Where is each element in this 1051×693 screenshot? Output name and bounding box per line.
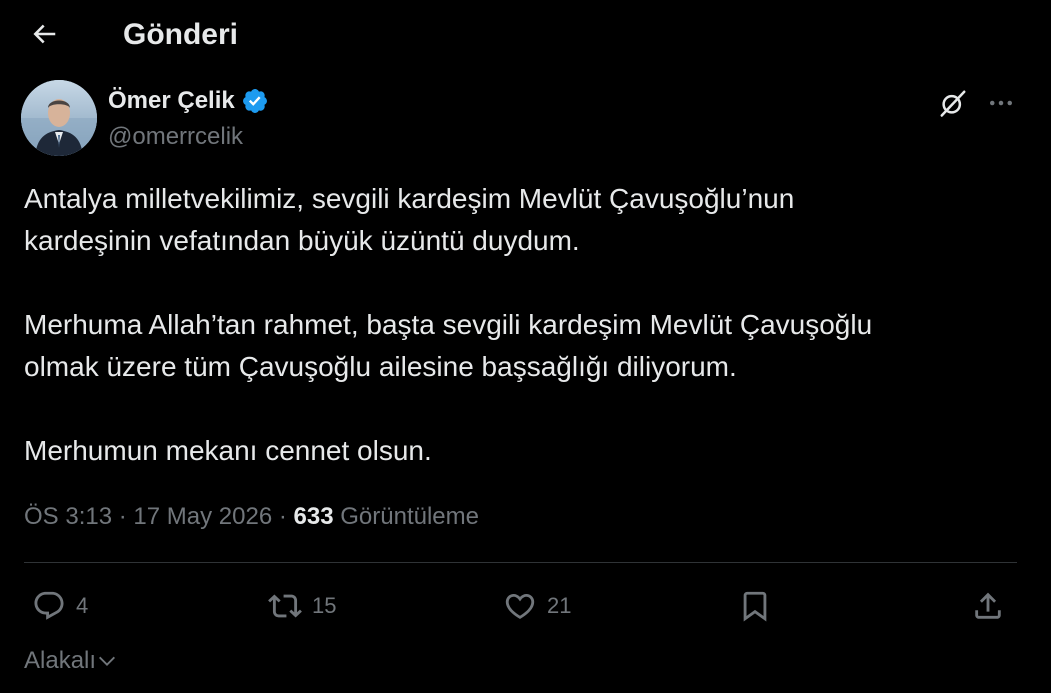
chevron-down-icon xyxy=(99,656,116,666)
meta-separator: · xyxy=(278,503,287,530)
like-count: 21 xyxy=(547,593,572,618)
retweet-count: 15 xyxy=(312,593,337,618)
tweet-text: Antalya milletvekilimiz, sevgili kardeşi… xyxy=(24,178,1014,514)
back-button[interactable] xyxy=(24,14,64,54)
page-title: Gönderi xyxy=(123,18,239,51)
more-options-button[interactable] xyxy=(980,84,1022,122)
verified-badge-icon[interactable] xyxy=(241,87,269,115)
avatar[interactable] xyxy=(21,80,97,156)
reply-button[interactable]: 4 xyxy=(32,583,88,629)
avatar-image xyxy=(21,80,97,156)
reply-icon xyxy=(34,591,64,620)
author-name-row[interactable]: Ömer Çelik xyxy=(108,85,269,117)
tweet-date[interactable]: 17 May 2026 xyxy=(133,503,272,530)
views-label: Görüntüleme xyxy=(340,503,479,530)
tweet-paragraph: Merhuma Allah’tan rahmet, başta sevgili … xyxy=(24,309,873,382)
author-handle[interactable]: @omerrcelik xyxy=(108,121,243,153)
action-bar: 4 15 21 xyxy=(0,583,1051,629)
grok-icon xyxy=(940,90,966,117)
bookmark-button[interactable] xyxy=(738,583,772,629)
share-button[interactable] xyxy=(971,583,1005,629)
tweet-time[interactable]: ÖS 3:13 xyxy=(24,503,112,530)
bookmark-icon xyxy=(743,591,767,622)
post-detail-page: Gönderi Ömer Çelik @omerrcelik Antalya m… xyxy=(0,0,1051,693)
author-name[interactable]: Ömer Çelik xyxy=(108,85,235,117)
tweet-meta: ÖS 3:13 · 17 May 2026 · 633 Görüntüleme xyxy=(24,500,479,534)
divider xyxy=(24,562,1017,563)
tweet-paragraph: Antalya milletvekilimiz, sevgili kardeşi… xyxy=(24,183,795,256)
like-button[interactable]: 21 xyxy=(503,583,571,629)
views-count[interactable]: 633 xyxy=(294,503,334,530)
heart-icon xyxy=(505,593,535,619)
reply-count: 4 xyxy=(76,593,89,618)
related-toggle[interactable]: Alakalı xyxy=(24,644,118,678)
retweet-button[interactable]: 15 xyxy=(268,583,336,629)
tweet-paragraph: Merhumun mekanı cennet olsun. xyxy=(24,435,432,466)
meta-separator: · xyxy=(118,503,127,530)
grok-button[interactable] xyxy=(934,84,972,122)
share-icon xyxy=(975,592,1001,619)
related-label: Alakalı xyxy=(24,647,97,674)
retweet-icon xyxy=(268,594,302,618)
top-header: Gönderi xyxy=(0,0,1051,70)
more-horizontal-icon xyxy=(990,100,1012,106)
arrow-left-icon xyxy=(33,24,56,44)
